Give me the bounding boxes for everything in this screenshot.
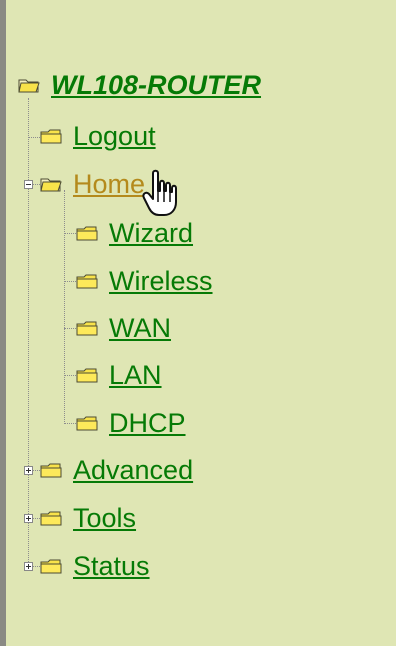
folder-icon <box>76 273 98 289</box>
plus-box-icon[interactable] <box>24 562 33 571</box>
wireless-link[interactable]: Wireless <box>109 267 213 295</box>
folder-icon <box>40 462 62 478</box>
folder-icon <box>76 415 98 431</box>
wan-link[interactable]: WAN <box>109 314 171 342</box>
tools-link[interactable]: Tools <box>73 504 136 532</box>
dhcp-link[interactable]: DHCP <box>109 409 186 437</box>
tree-root-router[interactable]: WL108-ROUTER <box>18 66 261 104</box>
status-link[interactable]: Status <box>73 552 150 580</box>
folder-icon <box>40 558 62 574</box>
folder-icon <box>76 225 98 241</box>
tree-item-home[interactable]: Home <box>40 165 145 203</box>
tree-item-dhcp[interactable]: DHCP <box>76 404 186 442</box>
tree-item-status[interactable]: Status <box>40 547 150 585</box>
open-folder-icon <box>18 77 40 93</box>
folder-icon <box>40 128 62 144</box>
folder-icon <box>40 510 62 526</box>
tree-main-connector <box>28 98 29 568</box>
tree-item-wan[interactable]: WAN <box>76 309 171 347</box>
home-link[interactable]: Home <box>73 170 145 198</box>
tree-home-connector <box>64 190 65 424</box>
advanced-link[interactable]: Advanced <box>73 456 193 484</box>
minus-box-icon[interactable] <box>24 180 33 189</box>
plus-box-icon[interactable] <box>24 514 33 523</box>
wizard-link[interactable]: Wizard <box>109 219 193 247</box>
plus-box-icon[interactable] <box>24 466 33 475</box>
tree-item-logout[interactable]: Logout <box>40 117 156 155</box>
tree-item-lan[interactable]: LAN <box>76 356 162 394</box>
router-root-label[interactable]: WL108-ROUTER <box>51 70 261 101</box>
lan-link[interactable]: LAN <box>109 361 162 389</box>
right-frame-edge <box>396 0 403 646</box>
navigation-tree: WL108-ROUTER Logout Home Wizard Wireless… <box>6 0 396 646</box>
tree-item-tools[interactable]: Tools <box>40 499 136 537</box>
folder-icon <box>76 367 98 383</box>
open-folder-icon <box>40 176 62 192</box>
tree-item-wizard[interactable]: Wizard <box>76 214 193 252</box>
folder-icon <box>76 320 98 336</box>
tree-item-wireless[interactable]: Wireless <box>76 262 213 300</box>
tree-item-advanced[interactable]: Advanced <box>40 451 193 489</box>
logout-link[interactable]: Logout <box>73 122 156 150</box>
